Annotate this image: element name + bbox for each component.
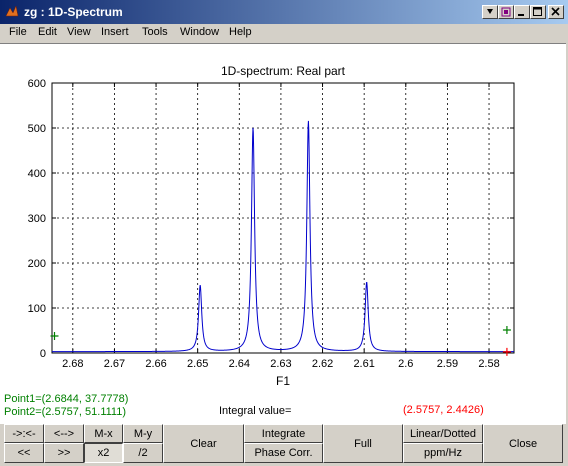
y-tick-label: 500 [28, 123, 46, 135]
y-tick-label: 400 [28, 168, 46, 180]
integral-label: Integral value= [219, 405, 292, 417]
menu-bar: File Edit View Insert Tools Window Help [0, 24, 568, 42]
point1-readout: Point1=(2.6844, 37.7778) [4, 393, 129, 405]
x-tick-label: 2.64 [229, 358, 250, 370]
integral-value: (2.5757, 2.4426) [403, 404, 484, 416]
y-tick-label: 300 [28, 213, 46, 225]
move-x-button[interactable]: M-x [84, 424, 123, 443]
close-icon [551, 7, 560, 16]
move-y-button[interactable]: M-y [123, 424, 163, 443]
point2-readout: Point2=(2.5757, 51.1111) [4, 406, 127, 418]
x-tick-label: 2.63 [270, 358, 291, 370]
shift-out-button[interactable]: <--> [44, 424, 84, 443]
maximize-button[interactable] [530, 5, 546, 19]
shift-in-button[interactable]: ->:<- [4, 424, 44, 443]
scroll-left-button[interactable]: << [4, 443, 44, 463]
maximize-icon [533, 7, 542, 16]
figure-area: 1D-spectrum: Real part 2.68 2.67 2.66 2.65 2.… [0, 43, 566, 424]
chart-title: 1D-spectrum: Real part [221, 64, 346, 78]
close-button[interactable]: Close [483, 424, 563, 463]
x-tick-label: 2.66 [145, 358, 166, 370]
zoom-half-button[interactable]: /2 [123, 443, 163, 463]
full-button[interactable]: Full [323, 424, 403, 463]
cursor-marker [502, 326, 511, 334]
x-tick-label: 2.61 [353, 358, 374, 370]
x-tick-label: 2.59 [437, 358, 458, 370]
dock-button[interactable] [482, 5, 498, 19]
y-tick-label: 200 [28, 258, 46, 270]
phase-correction-button[interactable]: Phase Corr. [244, 443, 323, 463]
menu-help[interactable]: Help [229, 26, 252, 38]
menu-file[interactable]: File [9, 26, 27, 38]
dock-arrow-icon [487, 9, 493, 14]
title-bar[interactable]: zg : 1D-Spectrum [0, 0, 568, 24]
y-tick-label: 600 [28, 78, 46, 90]
window-grid-icon [501, 7, 511, 17]
x-tick-label: 2.62 [312, 358, 333, 370]
zoom-x2-button[interactable]: x2 [84, 443, 123, 463]
matlab-icon [5, 5, 19, 17]
menu-tools[interactable]: Tools [142, 26, 168, 38]
x-tick-label: 2.67 [104, 358, 125, 370]
y-tick-label: 0 [40, 348, 46, 360]
cursor-marker [502, 347, 511, 356]
x-tick-label: 2.68 [62, 358, 83, 370]
menu-window[interactable]: Window [180, 26, 219, 38]
integrate-button[interactable]: Integrate [244, 424, 323, 443]
spectrum-line [52, 120, 514, 353]
extra-button[interactable] [498, 5, 514, 19]
button-panel: ->:<- <--> M-x M-y << >> x2 /2 Clear Int… [0, 424, 568, 466]
minimize-icon [518, 14, 524, 16]
minimize-button[interactable] [514, 5, 530, 19]
linear-dotted-button[interactable]: Linear/Dotted [403, 424, 483, 443]
close-window-button[interactable] [548, 5, 564, 19]
window-title: zg : 1D-Spectrum [24, 5, 123, 19]
ppm-hz-button[interactable]: ppm/Hz [403, 443, 483, 463]
scroll-right-button[interactable]: >> [44, 443, 84, 463]
x-tick-label: 2.65 [187, 358, 208, 370]
spectrum-chart[interactable]: 1D-spectrum: Real part 2.68 2.67 2.66 2.65 2.… [0, 44, 566, 424]
menu-view[interactable]: View [67, 26, 91, 38]
x-axis-label: F1 [276, 374, 290, 388]
clear-button[interactable]: Clear [163, 424, 244, 463]
menu-edit[interactable]: Edit [38, 26, 57, 38]
y-tick-label: 100 [28, 303, 46, 315]
menu-insert[interactable]: Insert [101, 26, 129, 38]
x-tick-label: 2.58 [478, 358, 499, 370]
x-tick-label: 2.6 [398, 358, 413, 370]
